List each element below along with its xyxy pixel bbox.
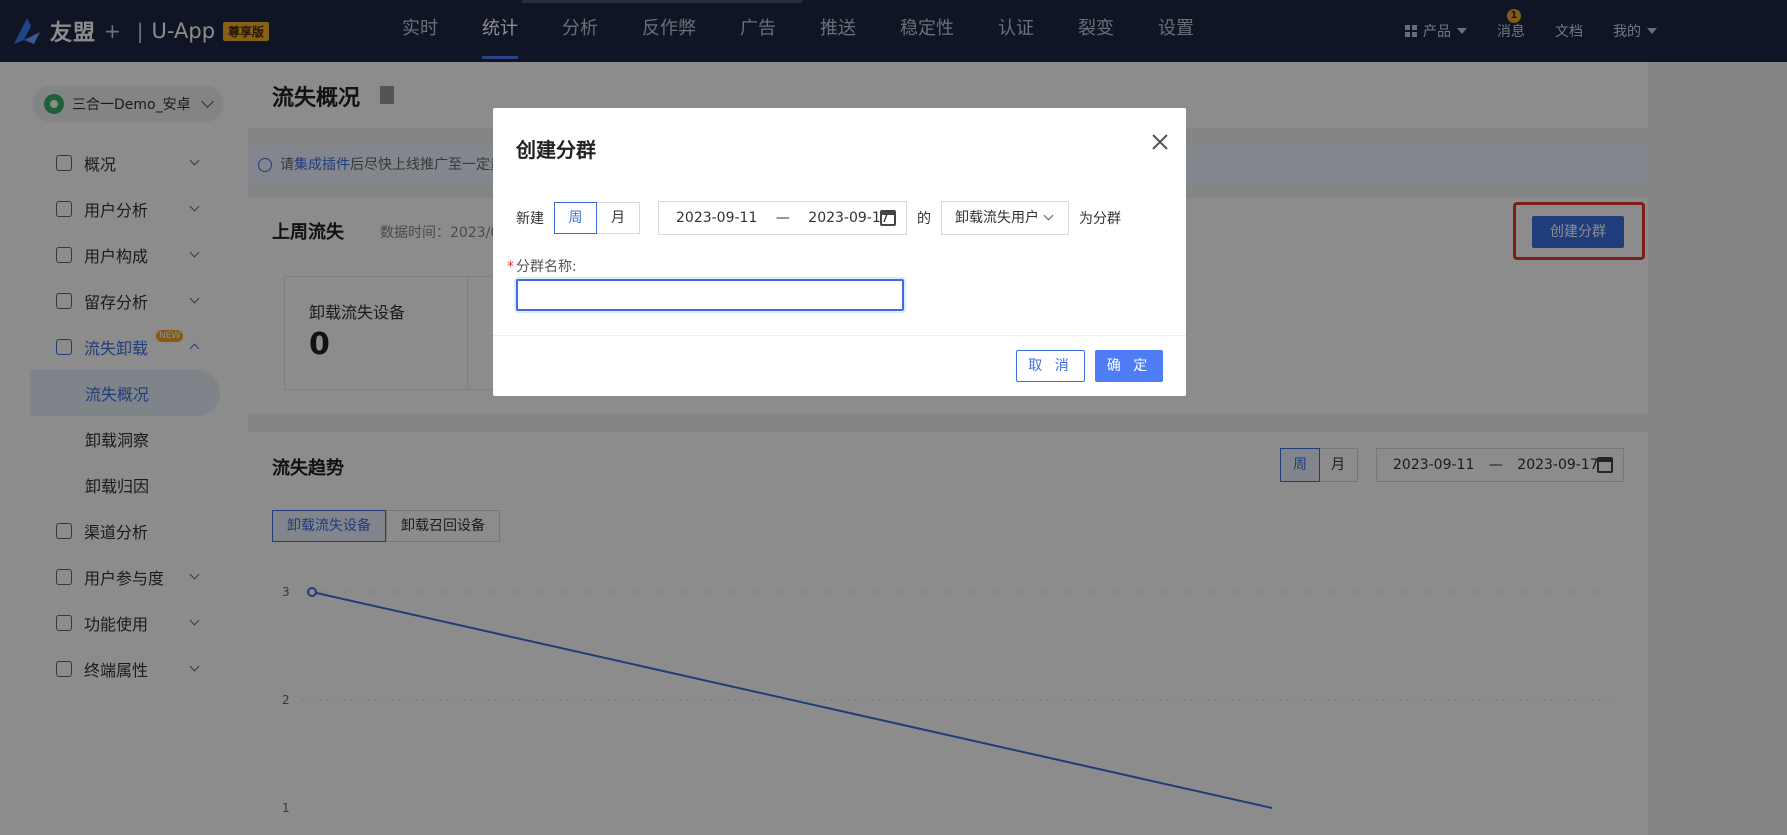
as-group-label: 为分群	[1079, 211, 1121, 227]
user-type-select[interactable]: 卸载流失用户	[941, 201, 1069, 235]
calendar-icon	[880, 210, 896, 226]
group-name-label: * 分群名称:	[507, 256, 577, 276]
group-name-label-text: 分群名称:	[516, 259, 577, 275]
cancel-button[interactable]: 取 消	[1016, 350, 1085, 382]
modal-date-end: 2023-09-17	[808, 210, 890, 226]
chevron-down-icon	[1043, 210, 1054, 221]
modal-month-button[interactable]: 月	[597, 202, 640, 234]
modal-date-start: 2023-09-11	[676, 210, 758, 226]
of-label: 的	[917, 211, 931, 227]
modal-period-toggle: 周 月	[554, 202, 640, 234]
close-icon[interactable]	[1148, 130, 1172, 154]
required-mark: *	[507, 259, 514, 275]
group-definition-row: 新建 周 月 2023-09-11 — 2023-09-17 的 卸载流失用户 …	[516, 201, 1121, 235]
modal-date-separator: —	[775, 210, 790, 226]
new-label: 新建	[516, 211, 544, 227]
modal-date-range[interactable]: 2023-09-11 — 2023-09-17	[658, 201, 907, 235]
modal-title: 创建分群	[516, 138, 596, 162]
group-name-input[interactable]	[516, 279, 904, 311]
confirm-button[interactable]: 确 定	[1095, 350, 1163, 382]
create-group-modal: 创建分群 新建 周 月 2023-09-11 — 2023-09-17 的 卸载…	[493, 108, 1186, 396]
modal-divider	[493, 335, 1186, 336]
modal-week-button[interactable]: 周	[554, 202, 597, 234]
user-type-value: 卸载流失用户	[955, 210, 1039, 226]
